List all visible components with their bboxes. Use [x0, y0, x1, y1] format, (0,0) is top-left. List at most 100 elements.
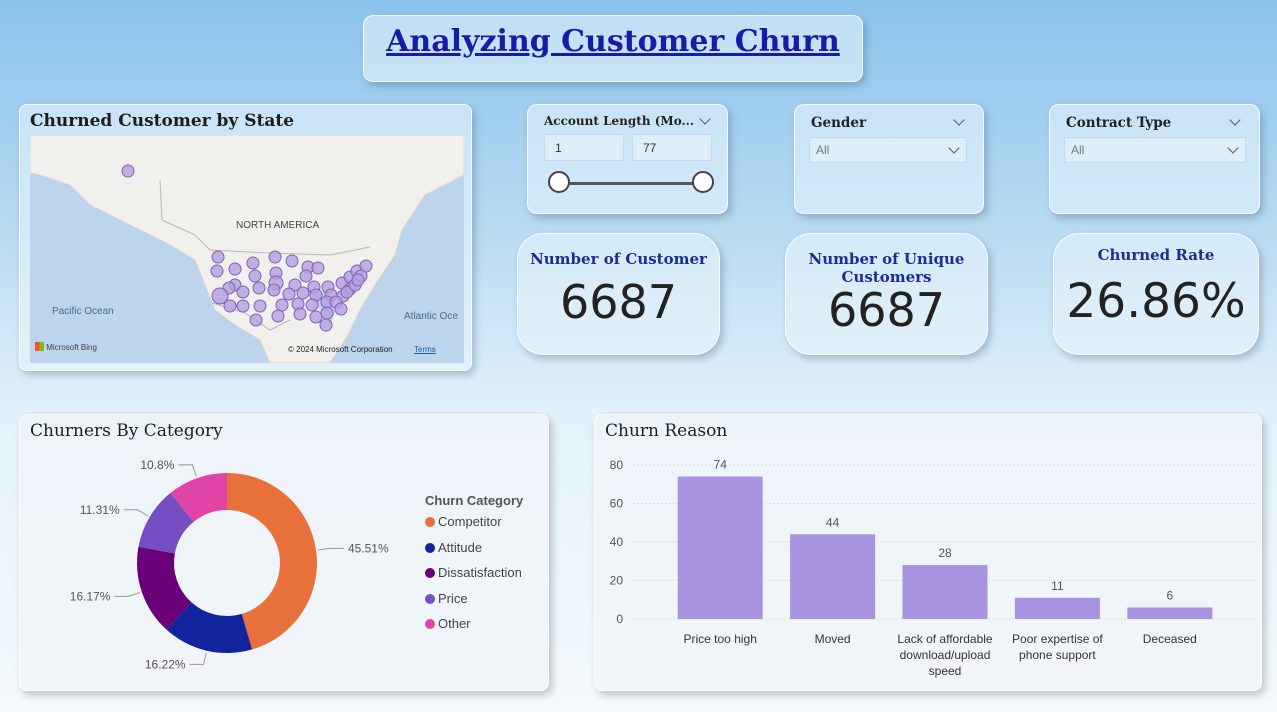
bar[interactable]	[1127, 607, 1213, 619]
state-dot[interactable]	[319, 318, 333, 332]
contract-type-slicer: Contract Type All	[1049, 104, 1260, 214]
kpi-churned-rate: Churned Rate 26.86%	[1053, 233, 1259, 355]
bar-data-label: 28	[938, 546, 952, 560]
bar[interactable]	[902, 565, 988, 619]
legend-title: Churn Category	[425, 493, 524, 508]
kpi-unique-customers: Number of Unique Customers 6687	[785, 233, 988, 355]
state-dot[interactable]	[282, 287, 296, 301]
legend-dot-icon	[425, 517, 435, 527]
legend-item[interactable]: Attitude	[425, 540, 482, 555]
bing-text: Microsoft Bing	[46, 343, 97, 352]
y-tick-label: 0	[616, 612, 623, 626]
map-terms-link[interactable]: Terms	[414, 345, 436, 354]
kpi-customers-value: 6687	[559, 275, 678, 329]
x-tick-label: Moved	[815, 632, 851, 646]
kpi-customers-title: Number of Customer	[530, 250, 707, 268]
map-land	[30, 135, 464, 363]
account-length-slicer: Account Length (Mo... 1 77	[527, 104, 728, 214]
legend-dot-icon	[425, 542, 435, 553]
chevron-down-icon[interactable]	[953, 114, 965, 126]
legend-dot-icon	[425, 619, 435, 629]
account-length-min-input[interactable]: 1	[544, 134, 624, 161]
x-tick-label: Price too high	[684, 632, 757, 646]
state-dot[interactable]	[334, 302, 348, 316]
legend-dot-icon	[425, 593, 435, 604]
legend-label: Attitude	[438, 539, 483, 555]
y-tick-label: 60	[610, 497, 624, 511]
slider-min-handle[interactable]	[548, 171, 570, 193]
state-dot[interactable]	[246, 256, 260, 270]
donut-data-label: 16.22%	[145, 657, 186, 671]
microsoft-logo-icon	[35, 342, 44, 351]
bar-data-label: 6	[1166, 588, 1173, 602]
state-dot[interactable]	[268, 250, 282, 264]
state-dot[interactable]	[311, 261, 325, 275]
gender-title: Gender	[811, 115, 867, 131]
legend-item[interactable]: Competitor	[425, 514, 502, 529]
state-dot[interactable]	[285, 254, 299, 268]
state-dot[interactable]	[236, 299, 250, 313]
donut-data-label: 10.8%	[140, 458, 174, 472]
gender-dropdown[interactable]: All	[809, 137, 967, 163]
legend-item[interactable]: Dissatisfaction	[425, 565, 522, 580]
bar-chart[interactable]: 0 20 40 60 80 74 Price too high 44 Moved 28 Lack o…	[595, 415, 1263, 692]
kpi-unique-title-line1: Number of Unique	[808, 250, 965, 268]
donut-leader-line	[318, 547, 344, 551]
churners-by-category-card: Churners By Category 45.51% 16.22% 16.17% 1…	[19, 414, 549, 691]
x-tick-label: phone support	[1019, 648, 1096, 662]
legend-label: Price	[438, 590, 468, 606]
state-dot[interactable]	[320, 306, 334, 320]
chevron-down-icon[interactable]	[1229, 114, 1241, 126]
churn-reason-card: Churn Reason 0 20 40 60 80 74 Price too high 44…	[594, 414, 1262, 691]
state-dot[interactable]	[252, 281, 266, 295]
state-dot[interactable]	[299, 269, 313, 283]
contract-type-dropdown[interactable]: All	[1064, 137, 1246, 163]
state-dot[interactable]	[253, 299, 267, 313]
x-tick-label: Lack of affordable	[897, 632, 993, 646]
bar[interactable]	[790, 534, 876, 619]
bar-data-label: 44	[826, 515, 840, 529]
donut-data-label: 11.31%	[80, 503, 120, 517]
x-tick-label: download/upload	[900, 648, 991, 662]
bar[interactable]	[1014, 597, 1100, 619]
chevron-down-icon[interactable]	[699, 113, 711, 125]
bar-data-label: 74	[714, 458, 728, 472]
state-dot[interactable]	[210, 264, 224, 278]
account-length-max-input[interactable]: 77	[632, 134, 712, 161]
x-tick-label: Deceased	[1143, 632, 1197, 646]
chevron-down-icon	[948, 142, 960, 154]
donut-leader-line	[189, 652, 207, 665]
state-dot[interactable]	[275, 298, 289, 312]
state-dot[interactable]	[267, 283, 281, 297]
state-dot[interactable]	[236, 285, 250, 299]
state-dot[interactable]	[228, 262, 242, 276]
state-dot[interactable]	[121, 164, 135, 178]
state-map[interactable]: NORTH AMERICA Pacific Ocean Atlantic Oce…	[30, 135, 464, 363]
state-dot[interactable]	[296, 286, 310, 300]
state-dot[interactable]	[211, 250, 225, 264]
kpi-number-of-customer: Number of Customer 6687	[517, 233, 720, 355]
page-title[interactable]: Analyzing Customer Churn	[386, 24, 840, 59]
legend-label: Other	[438, 616, 471, 631]
state-dot[interactable]	[293, 307, 307, 321]
chevron-down-icon	[1227, 142, 1239, 154]
x-tick-label: Poor expertise of	[1012, 632, 1103, 646]
legend-item[interactable]: Price	[425, 591, 468, 606]
kpi-churn-rate-value: 26.86%	[1066, 274, 1246, 329]
state-dot[interactable]	[271, 309, 285, 323]
x-tick-label: speed	[929, 664, 962, 678]
legend-item[interactable]: Other	[425, 616, 471, 631]
bar[interactable]	[677, 476, 763, 619]
kpi-churn-rate-title: Churned Rate	[1097, 246, 1215, 264]
donut-data-label: 16.17%	[70, 589, 111, 603]
state-dot[interactable]	[309, 310, 323, 324]
legend-label: Dissatisfaction	[438, 565, 522, 580]
state-dot[interactable]	[351, 273, 365, 287]
state-dot[interactable]	[248, 269, 262, 283]
state-dot[interactable]	[223, 299, 237, 313]
donut-chart[interactable]: 45.51% 16.22% 16.17% 11.31% 10.8%	[20, 429, 420, 689]
slider-track[interactable]	[560, 182, 704, 185]
state-dot[interactable]	[249, 313, 263, 327]
state-dot[interactable]	[305, 298, 319, 312]
slider-max-handle[interactable]	[692, 171, 714, 193]
